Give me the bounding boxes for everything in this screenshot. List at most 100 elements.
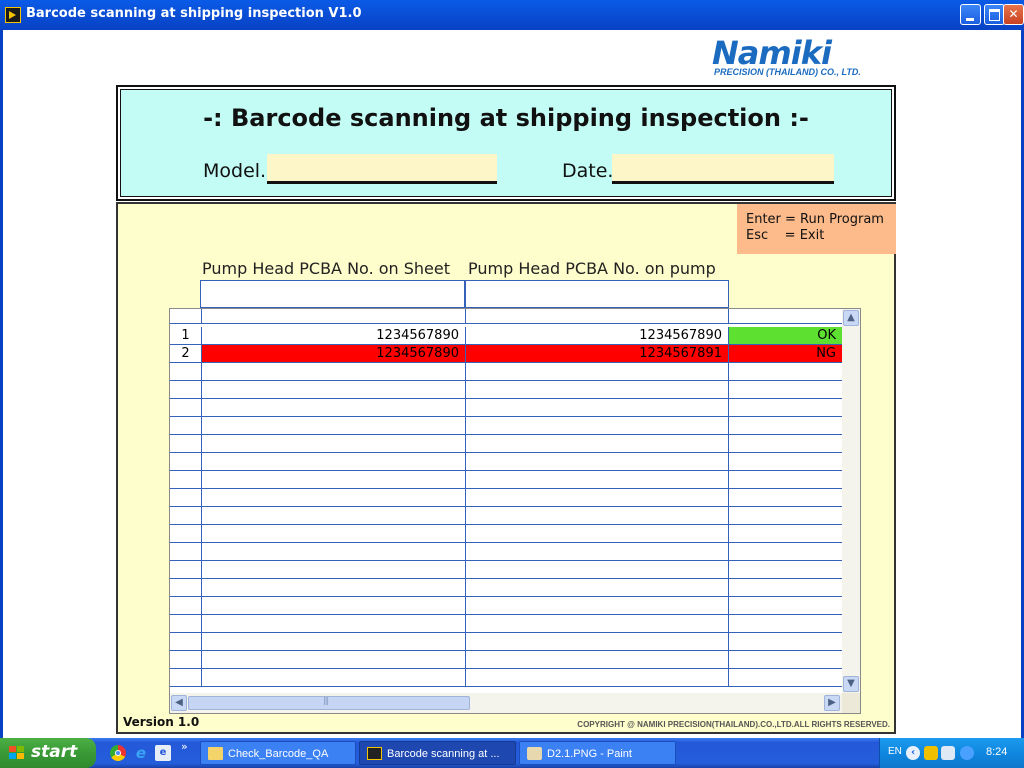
sheet-number-cell: [202, 489, 466, 506]
sheet-number-cell: [202, 597, 466, 614]
close-button[interactable]: [1003, 4, 1024, 25]
vertical-scrollbar[interactable]: ▲ ▼: [842, 309, 860, 693]
table-row[interactable]: [170, 453, 842, 471]
table-row[interactable]: [170, 597, 842, 615]
row-number-cell: [170, 543, 202, 560]
tray-expand-icon[interactable]: ‹: [906, 746, 920, 760]
scroll-left-button[interactable]: ◀: [171, 695, 187, 711]
clock: 8:24: [986, 746, 1008, 758]
table-row[interactable]: [170, 507, 842, 525]
scroll-up-button[interactable]: ▲: [843, 310, 859, 326]
table-rows: 1 1234567890 1234567890 OK 2 1234567890 123456…: [170, 309, 842, 693]
table-row[interactable]: [170, 399, 842, 417]
results-table[interactable]: 1 1234567890 1234567890 OK 2 1234567890 123456…: [169, 308, 861, 714]
browser-icon[interactable]: e: [155, 745, 171, 761]
sheet-number-cell: [202, 561, 466, 578]
result-cell: [729, 561, 842, 578]
start-button[interactable]: start: [0, 738, 96, 768]
labview-app-icon[interactable]: [5, 7, 21, 23]
table-row[interactable]: [170, 471, 842, 489]
taskbar-item-paint[interactable]: D2.1.PNG - Paint: [519, 741, 676, 765]
quicklaunch-more-icon[interactable]: »: [181, 740, 188, 753]
security-shield-icon[interactable]: [924, 746, 938, 760]
result-cell: [729, 435, 842, 452]
row-number-cell: [170, 507, 202, 524]
sheet-number-cell: [202, 633, 466, 650]
pump-number-cell: [466, 507, 729, 524]
row-number-cell: [170, 435, 202, 452]
sheet-number-cell: 1234567890: [202, 345, 466, 362]
table-row[interactable]: [170, 651, 842, 669]
result-cell: [729, 651, 842, 668]
date-label: Date.: [562, 160, 614, 182]
sheet-number-cell: [202, 471, 466, 488]
row-number-cell: [170, 489, 202, 506]
taskbar-item-barcode-scanning[interactable]: Barcode scanning at ...: [359, 741, 516, 765]
scrollbar-corner: [842, 693, 860, 713]
copyright-text: COPYRIGHT @ NAMIKI PRECISION(THAILAND).C…: [577, 720, 890, 729]
table-row[interactable]: [170, 633, 842, 651]
scroll-down-button[interactable]: ▼: [843, 676, 859, 692]
minimize-button[interactable]: [960, 4, 981, 25]
result-cell: NG: [729, 345, 842, 362]
table-row[interactable]: [170, 435, 842, 453]
horizontal-scrollbar[interactable]: ◀ ▶: [170, 693, 842, 713]
table-row[interactable]: [170, 543, 842, 561]
model-field[interactable]: [267, 154, 497, 184]
row-number-cell: 1: [170, 327, 202, 344]
pump-number-cell: [466, 561, 729, 578]
pump-number-cell: 1234567890: [466, 327, 729, 344]
pump-number-cell: [466, 579, 729, 596]
pump-number-cell: 1234567891: [466, 345, 729, 362]
result-cell: [729, 507, 842, 524]
table-row[interactable]: [170, 381, 842, 399]
sheet-number-cell: [202, 543, 466, 560]
table-row[interactable]: 2 1234567890 1234567891 NG: [170, 345, 842, 363]
pump-number-cell: [466, 669, 729, 686]
result-cell: [729, 669, 842, 686]
table-row[interactable]: [170, 363, 842, 381]
table-row[interactable]: [170, 417, 842, 435]
result-cell: [729, 525, 842, 542]
table-row[interactable]: [170, 579, 842, 597]
network-icon[interactable]: [941, 746, 955, 760]
result-cell: [729, 633, 842, 650]
table-row[interactable]: [170, 669, 842, 687]
pump-barcode-input[interactable]: [465, 280, 729, 308]
sheet-barcode-input[interactable]: [200, 280, 465, 308]
result-cell: [729, 489, 842, 506]
labview-icon: [367, 747, 382, 760]
sheet-number-cell: [202, 417, 466, 434]
table-row[interactable]: 1 1234567890 1234567890 OK: [170, 327, 842, 345]
taskbar-item-label: Check_Barcode_QA: [228, 748, 329, 760]
taskbar-item-check-barcode[interactable]: Check_Barcode_QA: [200, 741, 356, 765]
table-row[interactable]: [170, 561, 842, 579]
maximize-button[interactable]: [984, 4, 1005, 25]
paint-icon: [527, 747, 542, 760]
sheet-number-cell: [202, 363, 466, 380]
sheet-number-cell: 1234567890: [202, 327, 466, 344]
row-number-cell: [170, 669, 202, 686]
taskbar-item-label: Barcode scanning at ...: [387, 748, 500, 760]
internet-explorer-icon[interactable]: e: [133, 745, 149, 761]
scroll-right-button[interactable]: ▶: [824, 695, 840, 711]
pump-number-cell: [466, 471, 729, 488]
table-row[interactable]: [170, 615, 842, 633]
pump-number-cell: [466, 489, 729, 506]
row-number-cell: [170, 381, 202, 398]
table-row[interactable]: [170, 489, 842, 507]
window-title-bar[interactable]: Barcode scanning at shipping inspection …: [0, 0, 1024, 30]
date-field[interactable]: [612, 154, 834, 184]
chrome-icon[interactable]: [110, 745, 126, 761]
horizontal-scroll-thumb[interactable]: [188, 696, 470, 710]
pump-number-cell: [466, 417, 729, 434]
column-header-pump: Pump Head PCBA No. on pump: [468, 259, 716, 278]
language-indicator[interactable]: EN: [888, 746, 902, 757]
pump-number-cell: [466, 453, 729, 470]
row-number-cell: [170, 399, 202, 416]
folder-icon: [208, 747, 223, 760]
row-number-cell: [170, 651, 202, 668]
result-cell: [729, 381, 842, 398]
table-row[interactable]: [170, 525, 842, 543]
messenger-icon[interactable]: [960, 746, 974, 760]
